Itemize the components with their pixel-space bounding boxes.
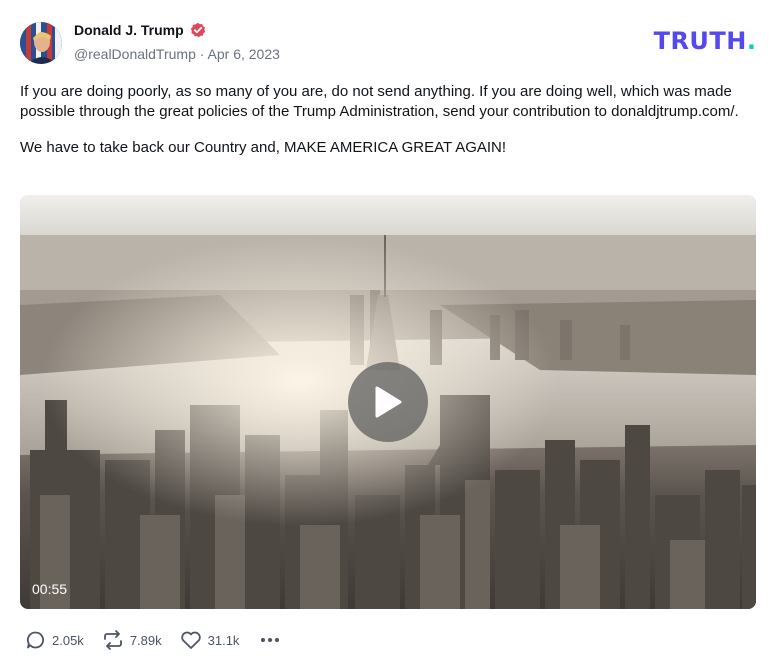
author-name-row: Donald J. Trump xyxy=(74,22,206,38)
video-duration: 00:55 xyxy=(32,581,68,597)
play-icon xyxy=(375,386,402,418)
retruth-icon xyxy=(103,630,122,650)
meta-separator: · xyxy=(195,46,208,62)
truth-logo[interactable]: TRUTH. xyxy=(654,28,756,54)
like-count: 31.1k xyxy=(207,632,240,648)
author-name[interactable]: Donald J. Trump xyxy=(74,22,184,38)
post-actions: 2.05k 7.89k 31.1k xyxy=(26,630,281,650)
heart-icon xyxy=(180,631,201,649)
verified-badge-icon xyxy=(190,22,206,38)
play-button[interactable] xyxy=(348,362,428,442)
post-paragraph-2: We have to take back our Country and, MA… xyxy=(20,139,507,156)
author-avatar[interactable] xyxy=(20,22,62,64)
truth-logo-dot: . xyxy=(746,27,756,55)
more-options-button[interactable] xyxy=(259,630,281,650)
video-player[interactable]: 00:55 xyxy=(20,195,756,609)
author-meta: @realDonaldTrump · Apr 6, 2023 xyxy=(74,46,280,62)
truth-logo-text: TRUTH xyxy=(653,27,747,55)
author-handle[interactable]: @realDonaldTrump xyxy=(74,46,196,62)
truth-post: Donald J. Trump @realDonaldTrump · Apr 6… xyxy=(0,0,777,671)
reply-count: 2.05k xyxy=(52,632,84,648)
post-body: If you are doing poorly, as so many of y… xyxy=(20,82,756,174)
like-button[interactable]: 31.1k xyxy=(180,630,240,650)
retruth-button[interactable]: 7.89k xyxy=(102,630,162,650)
reply-button[interactable]: 2.05k xyxy=(26,630,84,650)
reply-icon xyxy=(26,631,44,649)
more-icon xyxy=(261,638,280,642)
post-date[interactable]: Apr 6, 2023 xyxy=(208,46,280,62)
retruth-count: 7.89k xyxy=(129,632,162,648)
post-paragraph-1: If you are doing poorly, as so many of y… xyxy=(20,83,739,120)
